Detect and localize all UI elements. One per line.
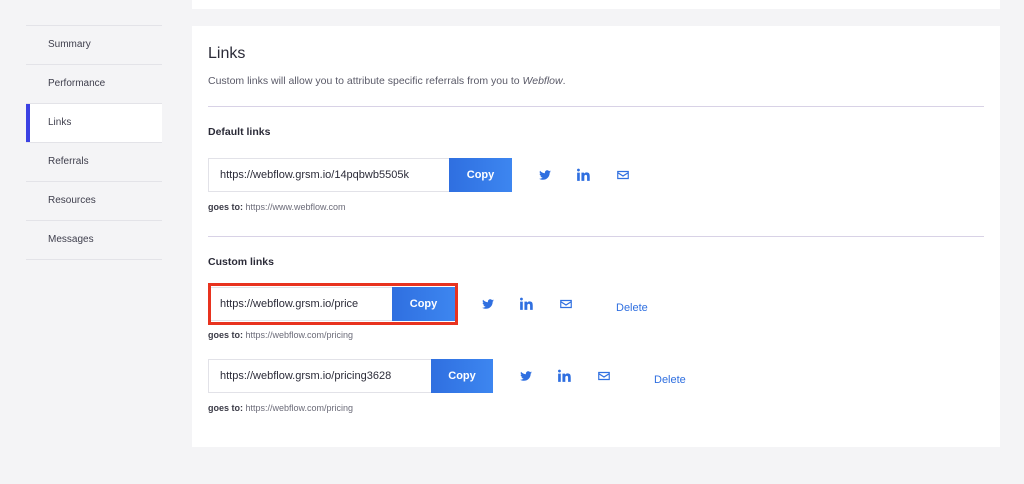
copy-button[interactable]: Copy	[449, 158, 512, 192]
twitter-icon[interactable]	[519, 369, 533, 383]
custom-link-row: https://webflow.grsm.io/price Copy Delet…	[208, 287, 708, 321]
linkedin-icon[interactable]	[577, 168, 591, 182]
linkedin-icon[interactable]	[558, 369, 572, 383]
subtitle-brand: Webflow	[522, 75, 563, 87]
delete-link[interactable]: Delete	[654, 374, 686, 386]
sidebar-item-label: Performance	[48, 78, 106, 89]
custom-links-heading: Custom links	[208, 256, 274, 268]
email-icon[interactable]	[616, 168, 630, 182]
links-card: Links Custom links will allow you to att…	[192, 26, 1000, 447]
subtitle-text: Custom links will allow you to attribute…	[208, 75, 523, 87]
link-url-field[interactable]: https://webflow.grsm.io/pricing3628	[208, 359, 431, 393]
copy-button[interactable]: Copy	[431, 359, 493, 393]
email-icon[interactable]	[597, 369, 611, 383]
sidebar-item-label: Links	[48, 117, 72, 128]
sidebar-item-links[interactable]: Links	[26, 104, 162, 143]
destination-url: https://webflow.com/pricing	[245, 330, 354, 340]
sidebar-item-referrals[interactable]: Referrals	[26, 143, 162, 182]
delete-link[interactable]: Delete	[616, 302, 648, 314]
page-subtitle: Custom links will allow you to attribute…	[208, 75, 566, 87]
destination-url: https://www.webflow.com	[245, 202, 346, 212]
custom-link-destination: goes to: https://webflow.com/pricing	[208, 403, 353, 413]
linkedin-icon[interactable]	[520, 297, 534, 311]
link-url-field[interactable]: https://webflow.grsm.io/price	[208, 287, 392, 321]
top-card	[192, 0, 1000, 9]
sidebar-item-label: Resources	[48, 195, 96, 206]
goes-to-label: goes to:	[208, 403, 243, 413]
default-link-row: https://webflow.grsm.io/14pqbwb5505k Cop…	[208, 158, 648, 192]
sidebar-nav: Summary Performance Links Referrals Reso…	[26, 25, 162, 260]
default-link-destination: goes to: https://www.webflow.com	[208, 202, 346, 212]
twitter-icon[interactable]	[481, 297, 495, 311]
link-url-field[interactable]: https://webflow.grsm.io/14pqbwb5505k	[208, 158, 449, 192]
destination-url: https://webflow.com/pricing	[245, 403, 354, 413]
page-title: Links	[208, 45, 246, 62]
sidebar-item-label: Messages	[48, 234, 94, 245]
goes-to-label: goes to:	[208, 330, 243, 340]
sidebar-item-performance[interactable]: Performance	[26, 65, 162, 104]
sidebar-item-messages[interactable]: Messages	[26, 221, 162, 260]
custom-link-row: https://webflow.grsm.io/pricing3628 Copy…	[208, 359, 728, 393]
sidebar-item-label: Referrals	[48, 156, 89, 167]
sidebar-item-resources[interactable]: Resources	[26, 182, 162, 221]
sidebar-item-summary[interactable]: Summary	[26, 26, 162, 65]
twitter-icon[interactable]	[538, 168, 552, 182]
custom-link-destination: goes to: https://webflow.com/pricing	[208, 330, 353, 340]
goes-to-label: goes to:	[208, 202, 243, 212]
subtitle-suffix: .	[562, 75, 566, 87]
email-icon[interactable]	[559, 297, 573, 311]
sidebar-item-label: Summary	[48, 39, 91, 50]
copy-button[interactable]: Copy	[392, 287, 455, 321]
divider	[208, 236, 984, 237]
divider	[208, 106, 984, 107]
default-links-heading: Default links	[208, 126, 271, 138]
